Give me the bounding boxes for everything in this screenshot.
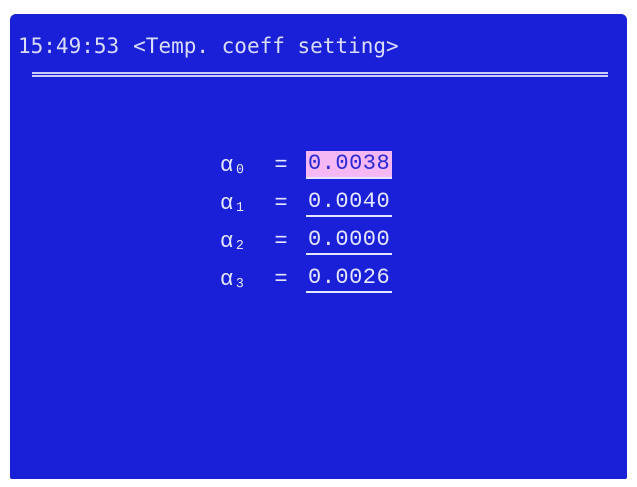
coefficient-row-a3: α₃ = 0.0026 <box>220 262 393 296</box>
coefficient-row-a0: α₀ = 0.0038 <box>220 148 393 182</box>
equals-sign: = <box>274 152 288 178</box>
lcd-screen: 15:49:53 <Temp. coeff setting> α₀ = 0.003… <box>10 14 627 479</box>
coefficient-a0-value-field[interactable]: 0.0038 <box>306 151 393 179</box>
coefficient-label: α₂ <box>220 228 247 254</box>
clock-time: 15:49:53 <box>18 34 120 58</box>
equals-sign: = <box>274 190 288 216</box>
coefficient-row-a2: α₂ = 0.0000 <box>220 224 393 258</box>
equals-sign: = <box>274 228 288 254</box>
coefficient-a1-value-field[interactable]: 0.0040 <box>306 189 393 217</box>
coefficient-label: α₁ <box>220 190 247 216</box>
header-divider <box>32 72 608 77</box>
screen-title: <Temp. coeff setting> <box>133 34 399 58</box>
coefficient-a3-value-field[interactable]: 0.0026 <box>306 265 393 293</box>
equals-sign: = <box>274 266 288 292</box>
coefficient-label: α₃ <box>220 266 247 292</box>
coefficient-a2-value-field[interactable]: 0.0000 <box>306 227 393 255</box>
coefficient-label: α₀ <box>220 152 247 178</box>
screen-header: 15:49:53 <Temp. coeff setting> <box>18 34 399 58</box>
coefficient-row-a1: α₁ = 0.0040 <box>220 186 393 220</box>
